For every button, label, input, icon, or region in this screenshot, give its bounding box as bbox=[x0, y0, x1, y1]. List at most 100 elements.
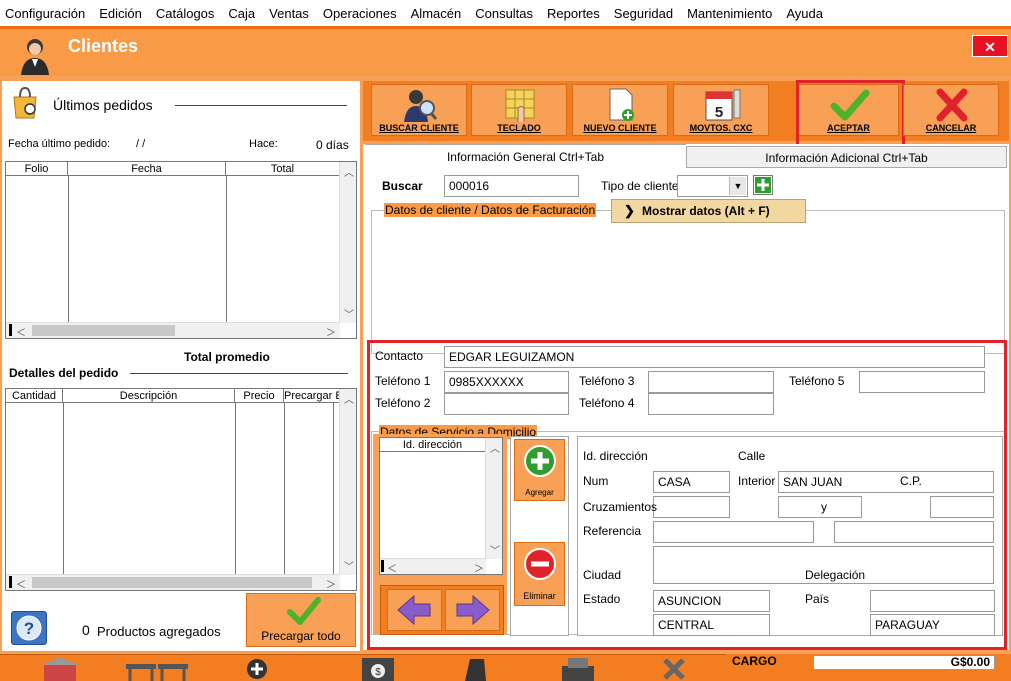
ago-label: Hace: bbox=[249, 138, 278, 150]
cancel-label: CANCELAR bbox=[925, 123, 977, 133]
help-icon: ? bbox=[16, 615, 42, 641]
toolbar: BUSCAR CLIENTE TECLADO NUEVO CLIENTE 5 M… bbox=[363, 80, 1009, 148]
order-details-table[interactable]: Cantidad Descripción Precio Precargar E … bbox=[5, 388, 357, 591]
client-type-select[interactable]: ▼ bbox=[677, 175, 748, 197]
help-button[interactable]: ? bbox=[11, 611, 47, 645]
details-scroll-thumb[interactable] bbox=[32, 577, 312, 588]
svg-text:$: $ bbox=[375, 667, 381, 678]
menu-ventas[interactable]: Ventas bbox=[269, 6, 309, 21]
accept-highlight-box bbox=[796, 80, 905, 148]
preload-all-button[interactable]: Precargar todo bbox=[246, 593, 356, 647]
search-client-label: BUSCAR CLIENTE bbox=[379, 123, 459, 133]
contact-highlight-box bbox=[367, 340, 1007, 650]
preload-all-label: Precargar todo bbox=[261, 629, 341, 643]
details-col-descripcion[interactable]: Descripción bbox=[63, 389, 235, 403]
cxc-movements-label: MOVTOS. CXC bbox=[689, 123, 753, 133]
store-icon[interactable] bbox=[40, 656, 80, 681]
client-avatar-icon bbox=[21, 39, 49, 75]
new-document-icon bbox=[609, 88, 634, 121]
scroll-right-icon[interactable]: ＞ bbox=[326, 576, 336, 591]
scroll-down-icon[interactable]: ﹀ bbox=[344, 558, 354, 573]
orders-col-folio[interactable]: Folio bbox=[6, 162, 68, 176]
red-x-icon bbox=[936, 88, 968, 122]
last-order-date-label: Fecha último pedido: bbox=[8, 138, 111, 150]
billing-data-legend: Datos de cliente / Datos de Facturación bbox=[384, 203, 597, 217]
cash-icon[interactable]: $ bbox=[360, 656, 396, 681]
orders-vertical-scrollbar[interactable]: ︿ ﹀ bbox=[339, 162, 356, 323]
menu-operaciones[interactable]: Operaciones bbox=[323, 6, 397, 21]
menu-catalogos[interactable]: Catálogos bbox=[156, 6, 215, 21]
plus-icon bbox=[755, 177, 771, 193]
svg-text:?: ? bbox=[24, 619, 34, 638]
scroll-up-icon[interactable]: ︿ bbox=[344, 164, 354, 179]
cancel-button[interactable]: CANCELAR bbox=[903, 84, 999, 136]
tab-additional[interactable]: Información Adicional Ctrl+Tab bbox=[686, 146, 1007, 168]
orders-col-fecha[interactable]: Fecha bbox=[68, 162, 226, 176]
clients-window: Clientes ✕ Últimos pedidos Fecha último … bbox=[0, 26, 1011, 681]
menu-ayuda[interactable]: Ayuda bbox=[786, 6, 823, 21]
menu-edicion[interactable]: Edición bbox=[99, 6, 142, 21]
search-client-button[interactable]: BUSCAR CLIENTE bbox=[371, 84, 467, 136]
add-client-type-button[interactable] bbox=[753, 175, 773, 195]
add-icon[interactable] bbox=[246, 658, 268, 680]
products-added-label: Productos agregados bbox=[97, 624, 221, 639]
delivery-icon[interactable] bbox=[460, 656, 490, 681]
details-col-cantidad[interactable]: Cantidad bbox=[6, 389, 63, 403]
last-order-date-value: / / bbox=[136, 138, 146, 150]
show-data-button[interactable]: ❯ Mostrar datos (Alt + F) bbox=[611, 199, 806, 223]
menu-seguridad[interactable]: Seguridad bbox=[614, 6, 673, 21]
menu-configuracion[interactable]: Configuración bbox=[5, 6, 85, 21]
cxc-movements-button[interactable]: 5 MOVTOS. CXC bbox=[673, 84, 769, 136]
close-button[interactable]: ✕ bbox=[972, 35, 1008, 57]
shopping-bag-icon bbox=[13, 86, 37, 119]
cancel-order-icon[interactable] bbox=[660, 656, 688, 681]
menu-reportes[interactable]: Reportes bbox=[547, 6, 600, 21]
orders-table[interactable]: Folio Fecha Total ︿ ﹀ ＜ ＞ bbox=[5, 161, 357, 339]
scroll-right-icon[interactable]: ＞ bbox=[326, 324, 336, 339]
new-client-label: NUEVO CLIENTE bbox=[583, 123, 657, 133]
chevron-down-icon[interactable]: ▼ bbox=[729, 177, 746, 195]
order-details-title: Detalles del pedido bbox=[9, 366, 119, 380]
charge-value: G$0.00 bbox=[813, 655, 995, 670]
orders-col-total[interactable]: Total bbox=[226, 162, 340, 176]
menu-almacen[interactable]: Almacén bbox=[411, 6, 462, 21]
scroll-down-icon[interactable]: ﹀ bbox=[344, 306, 354, 321]
left-panel: Últimos pedidos Fecha último pedido: / /… bbox=[2, 81, 360, 651]
scroll-up-icon[interactable]: ︿ bbox=[344, 391, 354, 406]
ago-value: 0 días bbox=[316, 138, 349, 152]
checkmark-icon bbox=[287, 597, 321, 625]
menu-mantenimiento[interactable]: Mantenimiento bbox=[687, 6, 772, 21]
details-horizontal-scrollbar[interactable]: ＜ ＞ bbox=[6, 574, 340, 591]
products-count: 0 bbox=[82, 622, 90, 638]
billing-data-group bbox=[371, 210, 1005, 354]
client-type-label: Tipo de cliente bbox=[601, 179, 679, 193]
orders-horizontal-scrollbar[interactable]: ＜ ＞ bbox=[6, 322, 340, 339]
keyboard-button[interactable]: TECLADO bbox=[471, 84, 567, 136]
search-input[interactable]: 000016 bbox=[444, 175, 579, 197]
calendar-icon: 5 bbox=[705, 89, 741, 121]
keypad-icon bbox=[505, 89, 535, 122]
details-col-precio[interactable]: Precio bbox=[235, 389, 284, 403]
scroll-left-icon[interactable]: ＜ bbox=[16, 576, 26, 591]
details-vertical-scrollbar[interactable]: ︿ ﹀ bbox=[339, 389, 356, 575]
tables-icon[interactable] bbox=[122, 658, 192, 681]
client-form: Información General Ctrl+Tab Información… bbox=[363, 144, 1009, 650]
search-client-icon bbox=[404, 90, 438, 122]
total-average-label: Total promedio bbox=[184, 350, 270, 364]
bottom-toolbar: $ CARGO G$0.00 bbox=[0, 654, 1011, 681]
new-client-button[interactable]: NUEVO CLIENTE bbox=[572, 84, 668, 136]
window-title: Clientes bbox=[68, 36, 139, 56]
menu-consultas[interactable]: Consultas bbox=[475, 6, 533, 21]
details-col-precargar[interactable]: Precargar E bbox=[284, 389, 340, 403]
printer-icon[interactable] bbox=[558, 656, 598, 681]
last-orders-title: Últimos pedidos bbox=[53, 97, 153, 113]
scroll-left-icon[interactable]: ＜ bbox=[16, 324, 26, 339]
show-data-label: Mostrar datos (Alt + F) bbox=[642, 204, 770, 218]
keyboard-label: TECLADO bbox=[497, 123, 541, 133]
tab-general[interactable]: Información General Ctrl+Tab bbox=[365, 144, 686, 168]
title-bar: Clientes ✕ bbox=[0, 26, 1011, 76]
menu-caja[interactable]: Caja bbox=[228, 6, 255, 21]
chevron-right-icon: ❯ bbox=[624, 203, 635, 218]
orders-scroll-thumb[interactable] bbox=[32, 325, 175, 336]
svg-text:5: 5 bbox=[715, 104, 723, 121]
